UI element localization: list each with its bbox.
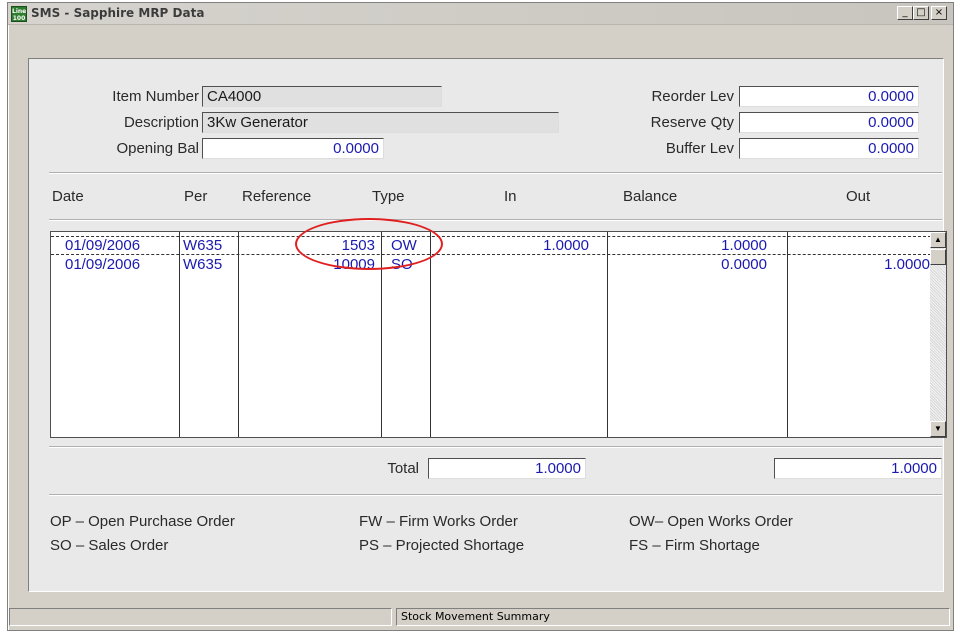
- cell-balance: 1.0000: [721, 237, 767, 254]
- col-header-reference: Reference: [242, 188, 312, 205]
- scroll-down-icon[interactable]: ▼: [930, 421, 946, 437]
- description-label: Description: [123, 114, 199, 131]
- buffer-lev-field[interactable]: 0.0000: [739, 138, 919, 159]
- divider: [49, 446, 942, 448]
- annotation-circle: [295, 218, 443, 270]
- scroll-up-icon[interactable]: ▲: [930, 232, 946, 248]
- buffer-lev-label: Buffer Lev: [665, 140, 734, 157]
- legend-fw: FW – Firm Works Order: [359, 513, 518, 530]
- reserve-qty-label: Reserve Qty: [650, 114, 734, 131]
- app-icon: Line 100: [11, 6, 27, 22]
- reserve-qty-field[interactable]: 0.0000: [739, 112, 919, 133]
- table-row[interactable]: 01/09/2006 W635 1503 OW 1.0000 1.0000: [51, 236, 931, 255]
- opening-bal-field[interactable]: 0.0000: [202, 138, 384, 159]
- minimize-icon[interactable]: _: [897, 6, 913, 20]
- total-label: Total: [387, 460, 419, 477]
- stock-movement-grid[interactable]: 01/09/2006 W635 1503 OW 1.0000 1.0000 01…: [50, 231, 947, 438]
- status-panel-1: [9, 608, 392, 626]
- col-header-out: Out: [846, 188, 871, 205]
- legend-so: SO – Sales Order: [50, 537, 169, 554]
- col-header-date: Date: [52, 188, 84, 205]
- app-icon-text-top: Line: [12, 8, 27, 15]
- total-in-field[interactable]: 1.0000: [428, 458, 586, 479]
- col-header-per: Per: [184, 188, 208, 205]
- opening-bal-label: Opening Bal: [116, 140, 199, 157]
- status-bar: Stock Movement Summary: [7, 605, 952, 627]
- cell-out: 1.0000: [884, 256, 930, 273]
- scroll-thumb[interactable]: [930, 249, 946, 265]
- close-icon[interactable]: ×: [931, 6, 947, 20]
- cell-balance: 0.0000: [721, 256, 767, 273]
- cell-date: 01/09/2006: [65, 256, 141, 273]
- total-out-field[interactable]: 1.0000: [774, 458, 942, 479]
- table-row[interactable]: 01/09/2006 W635 10009 SO 0.0000 1.0000: [51, 256, 931, 275]
- item-number-field[interactable]: CA4000: [202, 86, 442, 107]
- item-number-label: Item Number: [112, 88, 199, 105]
- vertical-scrollbar[interactable]: ▲ ▼: [930, 232, 946, 437]
- col-header-type: Type: [372, 188, 405, 205]
- cell-in: 1.0000: [543, 237, 589, 254]
- divider: [49, 219, 942, 221]
- legend-ow: OW– Open Works Order: [629, 513, 793, 530]
- reorder-lev-label: Reorder Lev: [651, 88, 734, 105]
- legend-op: OP – Open Purchase Order: [50, 513, 235, 530]
- status-panel-2: Stock Movement Summary: [396, 608, 950, 626]
- cell-date: 01/09/2006: [65, 237, 141, 254]
- legend-ps: PS – Projected Shortage: [359, 537, 525, 554]
- legend-fs: FS – Firm Shortage: [629, 537, 760, 554]
- description-field[interactable]: 3Kw Generator: [202, 112, 559, 133]
- maximize-icon[interactable]: □: [913, 6, 929, 20]
- col-header-in: In: [504, 188, 517, 205]
- reorder-lev-field[interactable]: 0.0000: [739, 86, 919, 107]
- divider: [49, 172, 942, 174]
- col-header-balance: Balance: [623, 188, 678, 205]
- window-controls: _ □ ×: [897, 6, 947, 20]
- app-icon-text-bottom: 100: [12, 15, 26, 22]
- title-bar[interactable]: Line 100 SMS - Sapphire MRP Data _ □ ×: [8, 3, 953, 25]
- window-title: SMS - Sapphire MRP Data: [31, 6, 205, 20]
- cell-per: W635: [183, 237, 223, 254]
- cell-per: W635: [183, 256, 223, 273]
- divider: [49, 494, 942, 496]
